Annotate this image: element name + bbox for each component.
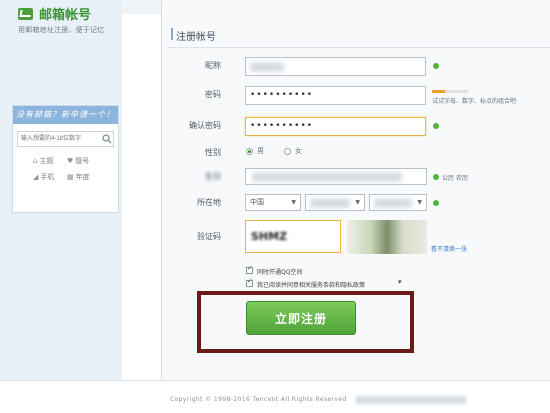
captcha-refresh-link[interactable]: 看不清换一张 [431,244,467,253]
captcha-image[interactable] [347,220,427,254]
birthday-label: 生日 [205,172,221,181]
search-icon[interactable] [101,132,113,146]
password-strength-fill [432,90,445,93]
redacted-city [374,198,412,208]
gender-male-radio[interactable] [246,148,253,155]
birthday-row: 生日 公历 农历 [180,167,550,189]
section-title-marker [171,28,173,40]
terms-checkbox-label[interactable]: 我已阅读并同意相关服务条款和隐私政策 [257,280,365,289]
terms-checkbox[interactable] [246,277,253,287]
sidebar-panel: 没有邮箱？新申请一个！ ⌂主题 ♥靓号 ◢手机 ▦年度 [12,105,119,213]
sidebar-link-label: 手机 [40,173,55,181]
birthday-ok-icon [433,174,439,180]
sidebar-links: ⌂ 主题 ♥ 靓号 ◢ 手机 ▦ 年度 [33,156,118,182]
sidebar-link-label: 主题 [39,157,54,165]
sidebar-link-vip[interactable]: ♥ 靓号 [67,156,107,166]
province-select[interactable]: ▼ [305,194,365,211]
birthday-select[interactable] [245,168,427,185]
sidebar-panel-title: 没有邮箱？新申请一个！ [13,106,118,124]
gender-row: 性别 男 女 [180,143,550,165]
chevron-down-icon: ▼ [417,199,422,206]
redacted-birthday [252,172,402,182]
house-icon: ⌂ [33,157,38,165]
nickname-label: 昵称 [205,61,221,70]
city-select[interactable]: ▼ [369,194,427,211]
captcha-label: 验证码 [197,232,221,241]
signal-icon: ◢ [33,173,39,181]
sidebar-link-label: 靓号 [75,157,90,165]
calendar-solar-label: 公历 [442,175,455,182]
sidebar-search [17,131,114,147]
location-ok-icon [433,200,439,206]
chevron-down-icon: ▼ [355,199,360,206]
heart-icon: ♥ [67,157,74,165]
confirm-password-ok-icon [433,123,439,129]
sidebar-link-label: 年度 [75,173,90,181]
sidebar-search-input[interactable] [18,132,101,146]
password-input[interactable]: •••••••••• [245,86,426,105]
password-value: •••••••••• [250,90,314,100]
qzone-checkbox[interactable] [246,264,253,274]
register-button[interactable]: 立即注册 [246,301,356,335]
section-title: 注册帐号 [176,32,216,43]
gender-label: 性别 [205,148,221,157]
sidebar-link-mobile[interactable]: ◢ 手机 [33,172,67,182]
captcha-row: 验证码 SHMZ 看不清换一张 [180,219,550,259]
country-value: 中国 [250,198,264,206]
sidebar-link-theme[interactable]: ⌂ 主题 [33,156,67,166]
terms-dropdown-icon[interactable]: ▾ [398,278,402,286]
calendar-type-hint: 公历 农历 [442,173,468,182]
nickname-row: 昵称 [180,56,550,78]
password-strength-hint: 试试字母、数字、标点的组合吧 [432,98,517,105]
password-strength-meter [432,90,468,93]
captcha-input[interactable]: SHMZ [245,220,341,253]
gender-female-radio[interactable] [284,148,291,155]
confirm-password-row: 确认密码 •••••••••• [180,116,550,138]
password-label: 密码 [205,90,221,99]
password-row: 密码 •••••••••• 试试字母、数字、标点的组合吧 [180,85,550,107]
location-label: 所在地 [197,198,221,207]
footer-divider [0,380,550,381]
footer-watermark [356,396,466,404]
captcha-value: SHMZ [251,230,288,243]
footer-copyright: Copyright © 1998-2016 Tencent All Rights… [170,396,347,403]
confirm-password-label: 确认密码 [189,121,221,130]
sidebar-link-annual[interactable]: ▦ 年度 [67,172,107,182]
section-divider [168,47,550,48]
redacted-province [310,198,350,208]
nickname-input[interactable] [245,57,426,76]
gender-male-label: 男 [257,147,264,155]
qzone-checkbox-label: 同时开通QQ空间 [257,269,303,276]
calendar-icon: ▦ [67,173,74,181]
redacted-nickname [250,62,284,72]
app-title: 邮箱帐号 [39,8,92,23]
confirm-password-input[interactable]: •••••••••• [245,117,426,136]
nickname-ok-icon [433,63,439,69]
confirm-password-value: •••••••••• [250,121,314,131]
chevron-down-icon: ▼ [291,199,296,206]
gender-female-label: 女 [295,147,302,155]
location-row: 所在地 中国 ▼ ▼ ▼ [180,193,550,215]
country-select[interactable]: 中国 ▼ [245,194,301,211]
mail-check-icon [18,7,33,20]
brand: 邮箱帐号 [18,4,91,23]
app-subtitle: 用邮箱地址注册，便于记忆 [18,26,105,34]
calendar-lunar-label: 农历 [455,175,468,182]
